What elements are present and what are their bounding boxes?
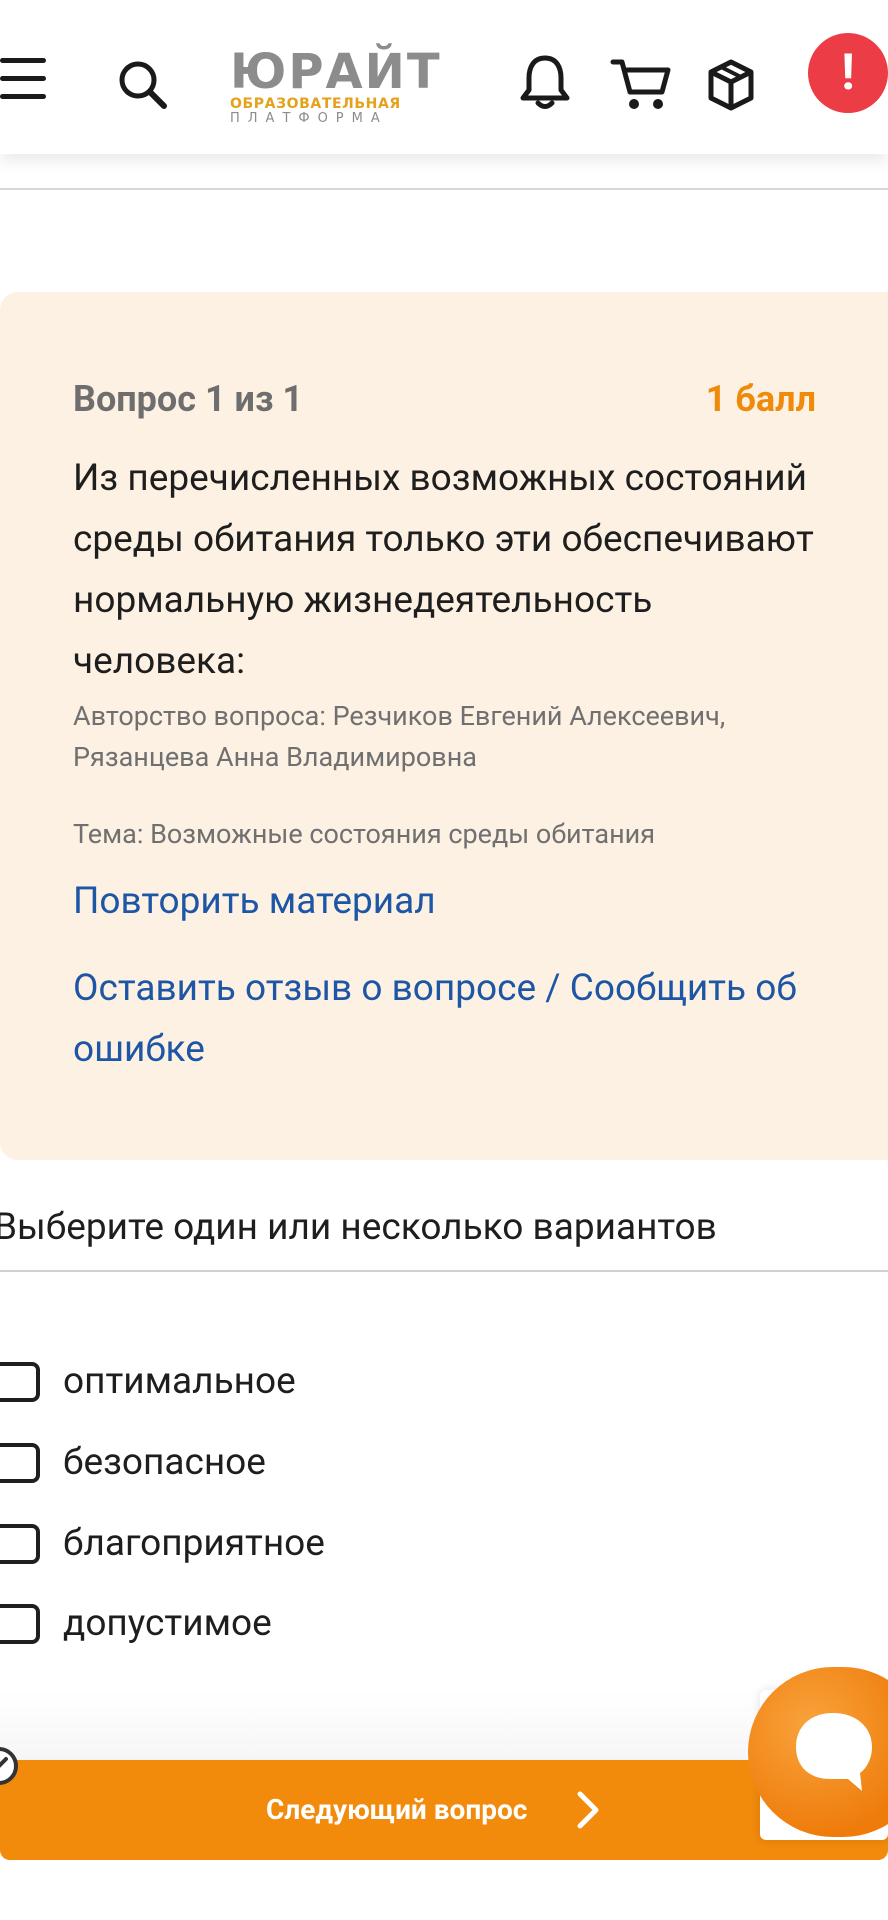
answer-option-label: оптимальное — [63, 1360, 296, 1403]
bell-icon[interactable] — [517, 52, 573, 112]
answer-option-label: благоприятное — [63, 1522, 325, 1565]
top-header: ЮРАЙТ ОБРАЗОВАТЕЛЬНАЯ ПЛАТФОРМА ! — [0, 0, 888, 154]
repeat-material-link[interactable]: Повторить материал — [73, 880, 436, 923]
answer-instruction: Выберите один или несколько вариантов — [0, 1206, 717, 1249]
answer-option-label: безопасное — [63, 1441, 266, 1484]
alert-icon[interactable]: ! — [808, 33, 888, 113]
box-icon[interactable] — [706, 58, 756, 112]
checkbox[interactable] — [0, 1524, 40, 1564]
question-topic: Тема: Возможные состояния среды обитания — [73, 818, 656, 850]
search-icon[interactable] — [116, 58, 170, 112]
next-question-label: Следующий вопрос — [266, 1793, 528, 1826]
question-authors: Авторство вопроса: Резчиков Евгений Алек… — [73, 700, 726, 773]
logo-brand: ЮРАЙТ — [230, 44, 442, 100]
status-circle-icon — [0, 1747, 18, 1785]
answer-option-label: допустимое — [63, 1602, 272, 1645]
header-divider — [0, 188, 888, 190]
question-score: 1 балл — [705, 378, 816, 420]
menu-icon[interactable] — [0, 58, 46, 99]
cart-icon[interactable] — [610, 56, 672, 112]
logo-subtitle-2: ПЛАТФОРМА — [230, 111, 388, 126]
question-number: Вопрос 1 из 1 — [73, 378, 304, 420]
checkbox[interactable] — [0, 1443, 40, 1483]
urait-logo[interactable]: ЮРАЙТ ОБРАЗОВАТЕЛЬНАЯ ПЛАТФОРМА — [230, 44, 442, 126]
chevron-right-icon — [577, 1791, 599, 1829]
checkbox[interactable] — [0, 1604, 40, 1644]
question-text: Из перечисленных возможных состояний сре… — [73, 457, 814, 683]
checkbox[interactable] — [0, 1362, 40, 1402]
answers-divider — [0, 1270, 888, 1272]
feedback-link[interactable]: Оставить отзыв о вопросе / Сообщить об о… — [73, 958, 853, 1080]
